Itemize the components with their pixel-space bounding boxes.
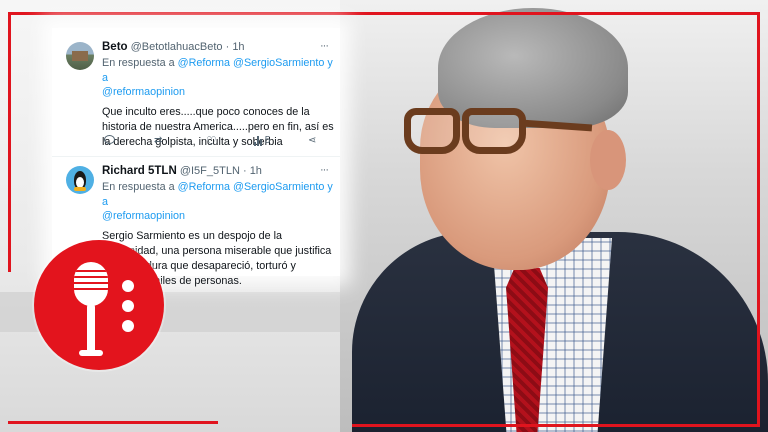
logo-dot [122, 300, 134, 312]
penguin-feet [74, 187, 86, 191]
logo-dot [122, 320, 134, 332]
mic-head [74, 262, 108, 306]
mic-base [79, 350, 103, 356]
reply-context: En respuesta a @Reforma @SergioSarmiento… [102, 56, 336, 100]
tweet-header: Richard 5TLN @I5F_5TLN · 1h [102, 164, 336, 179]
building-icon [72, 51, 88, 61]
red-frame-top [8, 12, 760, 15]
tweet-time[interactable]: · 1h [226, 41, 245, 53]
tweet-body: Beto @BetotlahuacBeto · 1h ··· En respue… [102, 40, 336, 150]
video-thumbnail: Beto @BetotlahuacBeto · 1h ··· En respue… [0, 0, 768, 432]
author-handle[interactable]: @BetotlahuacBeto [131, 41, 223, 53]
reply-prefix: En respuesta a [102, 57, 175, 69]
author-name[interactable]: Richard 5TLN [102, 165, 177, 177]
red-frame-left [8, 12, 11, 272]
views-icon[interactable]: 5 [254, 135, 270, 146]
reply-mentions[interactable]: @Reforma @SergioSarmiento [178, 57, 325, 69]
mic-stand [87, 304, 95, 356]
logo-dot [122, 280, 134, 292]
author-name[interactable]: Beto [102, 41, 128, 53]
red-frame-right [757, 12, 760, 424]
share-icon[interactable]: ⋖ [308, 135, 316, 146]
author-handle[interactable]: @I5F_5TLN [180, 165, 240, 177]
reply-context: En respuesta a @Reforma @SergioSarmiento… [102, 180, 336, 224]
red-frame-bottom-left [8, 421, 218, 424]
glasses-right-lens [462, 108, 526, 154]
microphone-icon [34, 240, 164, 370]
glasses-left-lens [404, 108, 460, 154]
tweet-header: Beto @BetotlahuacBeto · 1h [102, 40, 336, 55]
red-frame-bottom-right [352, 424, 760, 427]
reply-mention-opinion[interactable]: @reformaopinion [102, 86, 185, 98]
reply-icon[interactable] [104, 135, 115, 147]
tweet-card: Beto @BetotlahuacBeto · 1h ··· En respue… [52, 28, 340, 287]
reply-prefix: En respuesta a [102, 181, 175, 193]
reply-mention-opinion[interactable]: @reformaopinion [102, 210, 185, 222]
retweet-icon[interactable]: ⇄ [154, 135, 162, 146]
ear [590, 130, 626, 190]
more-options-icon[interactable]: ··· [320, 164, 329, 176]
tweet-time[interactable]: · 1h [243, 165, 262, 177]
tweet-divider [52, 156, 340, 157]
more-options-icon[interactable]: ··· [320, 40, 329, 52]
views-count: 5 [264, 135, 271, 146]
reply-mentions[interactable]: @Reforma @SergioSarmiento [178, 181, 325, 193]
avatar[interactable] [66, 166, 94, 194]
avatar[interactable] [66, 42, 94, 70]
tweet-actions: ⇄ ♡ 5 ⋖ [102, 135, 322, 149]
heart-icon[interactable]: ♡ [206, 135, 217, 147]
